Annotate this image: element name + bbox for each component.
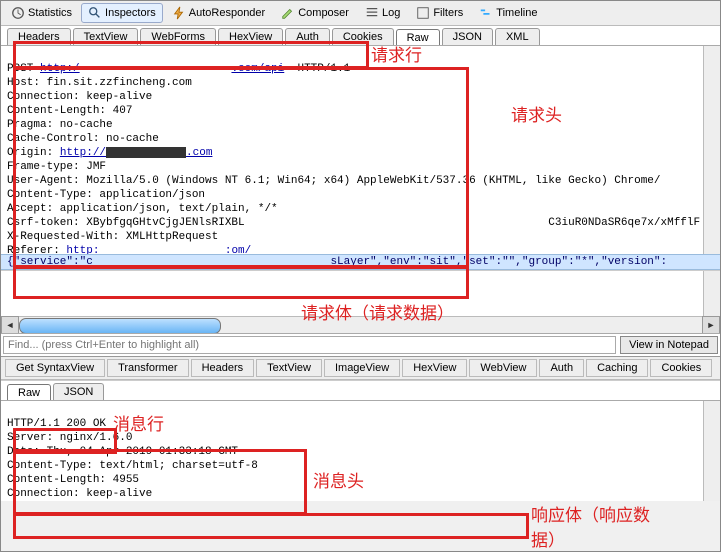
text: [80, 63, 232, 75]
tab-log[interactable]: Log: [358, 3, 407, 23]
tab-xml[interactable]: XML: [495, 28, 540, 45]
label: Filters: [433, 7, 463, 19]
link[interactable]: :om/: [225, 245, 251, 254]
tab-json[interactable]: JSON: [53, 383, 104, 400]
vscrollbar[interactable]: [703, 401, 720, 501]
request-scroll-region: ◄ ►: [1, 270, 720, 333]
tab-json[interactable]: JSON: [442, 28, 493, 45]
clock-icon: [11, 6, 25, 20]
scroll-thumb[interactable]: [19, 318, 221, 333]
text: X-Requested-With: XMLHttpRequest: [7, 231, 218, 243]
vscrollbar[interactable]: [703, 46, 720, 254]
list-icon: [365, 6, 379, 20]
view-in-notepad-button[interactable]: View in Notepad: [620, 336, 718, 354]
request-tabstrip: HeadersTextViewWebFormsHexViewAuthCookie…: [1, 26, 720, 45]
btn-webview[interactable]: WebView: [469, 359, 537, 377]
annotation-label: 响应体（响应数 据）: [531, 501, 650, 551]
lightning-icon: [172, 6, 186, 20]
label: Composer: [298, 7, 349, 19]
main-toolbar: Statistics Inspectors AutoResponder Comp…: [1, 1, 720, 26]
app-frame: Statistics Inspectors AutoResponder Comp…: [0, 0, 721, 552]
response-toolbar: Get SyntaxViewTransformerHeadersTextView…: [1, 356, 720, 380]
text: Origin:: [7, 147, 60, 159]
tab-webforms[interactable]: WebForms: [140, 28, 216, 45]
tab-raw[interactable]: Raw: [7, 384, 51, 401]
response-raw-pane[interactable]: HTTP/1.1 200 OK Server: nginx/1.6.0 Date…: [1, 400, 720, 501]
link[interactable]: http:: [66, 245, 99, 254]
text: HTTP/1.1 200 OK: [7, 418, 106, 430]
text: POST: [7, 63, 40, 75]
find-input[interactable]: [3, 336, 616, 354]
label: Log: [382, 7, 400, 19]
text: Server: nginx/1.6.0: [7, 432, 132, 444]
label: Timeline: [496, 7, 537, 19]
label: Inspectors: [105, 7, 156, 19]
text: Referer:: [7, 245, 66, 254]
text: Cache-Control: no-cache: [7, 133, 159, 145]
pencil-icon: [281, 6, 295, 20]
link[interactable]: http:/: [40, 63, 80, 75]
tab-composer[interactable]: Composer: [274, 3, 356, 23]
btn-textview[interactable]: TextView: [256, 359, 322, 377]
scroll-left-icon[interactable]: ◄: [1, 316, 19, 333]
tab-cookies[interactable]: Cookies: [332, 28, 394, 45]
btn-imageview[interactable]: ImageView: [324, 359, 400, 377]
response-tabstrip: RawJSON: [1, 380, 720, 400]
filter-icon: [416, 6, 430, 20]
text: Date: Thu, 04 Apr 2019 01:33:18 GMT: [7, 446, 238, 458]
link[interactable]: .com/api: [231, 63, 284, 75]
text: Accept: application/json, text/plain, */…: [7, 203, 278, 215]
text: Pragma: no-cache: [7, 119, 113, 131]
link[interactable]: .com: [186, 147, 212, 159]
text: Content-Length: 407: [7, 105, 132, 117]
text: Frame-type: JMF: [7, 161, 106, 173]
tab-headers[interactable]: Headers: [7, 28, 71, 45]
text: User-Agent: Mozilla/5.0 (Windows NT 6.1;…: [7, 175, 661, 187]
tab-filters[interactable]: Filters: [409, 3, 470, 23]
text: HTTP/1.1: [284, 63, 350, 75]
btn-get-syntaxview[interactable]: Get SyntaxView: [5, 359, 105, 377]
annotation-box: [13, 513, 529, 539]
btn-cookies[interactable]: Cookies: [650, 359, 712, 377]
tab-inspectors[interactable]: Inspectors: [81, 3, 163, 23]
text: Host: fin.sit.zzfincheng.com: [7, 77, 192, 89]
tab-auth[interactable]: Auth: [285, 28, 330, 45]
btn-transformer[interactable]: Transformer: [107, 359, 189, 377]
link[interactable]: http://: [60, 147, 106, 159]
btn-headers[interactable]: Headers: [191, 359, 255, 377]
text: [99, 245, 224, 254]
btn-caching[interactable]: Caching: [586, 359, 648, 377]
label: Statistics: [28, 7, 72, 19]
vscrollbar[interactable]: [703, 271, 720, 317]
text: Content-Type: application/json: [7, 189, 205, 201]
request-raw-pane[interactable]: POST http:/ .com/api HTTP/1.1 Host: fin.…: [1, 45, 720, 254]
text: Content-Length: 4955: [7, 474, 139, 486]
text: Connection: keep-alive: [7, 91, 152, 103]
btn-auth[interactable]: Auth: [539, 359, 584, 377]
tab-statistics[interactable]: Statistics: [4, 3, 79, 23]
text: Connection: keep-alive: [7, 488, 152, 500]
magnifier-icon: [88, 6, 102, 20]
tab-raw[interactable]: Raw: [396, 29, 440, 46]
text: Content-Type: text/html; charset=utf-8: [7, 460, 258, 472]
tab-textview[interactable]: TextView: [73, 28, 139, 45]
tab-autoresponder[interactable]: AutoResponder: [165, 3, 272, 23]
tab-timeline[interactable]: Timeline: [472, 3, 544, 23]
hscrollbar[interactable]: ◄ ►: [1, 316, 720, 333]
scroll-right-icon[interactable]: ►: [702, 316, 720, 333]
text: Csrf-token: XBybfgqGHtvCjgJENlsRIXBL C3i…: [7, 217, 700, 229]
tab-hexview[interactable]: HexView: [218, 28, 283, 45]
timeline-icon: [479, 6, 493, 20]
find-bar: View in Notepad: [1, 333, 720, 356]
label: AutoResponder: [189, 7, 265, 19]
scroll-track[interactable]: [19, 318, 702, 332]
btn-hexview[interactable]: HexView: [402, 359, 467, 377]
request-body-line[interactable]: {"service":"c sLayer","env":"sit","set":…: [1, 254, 720, 270]
